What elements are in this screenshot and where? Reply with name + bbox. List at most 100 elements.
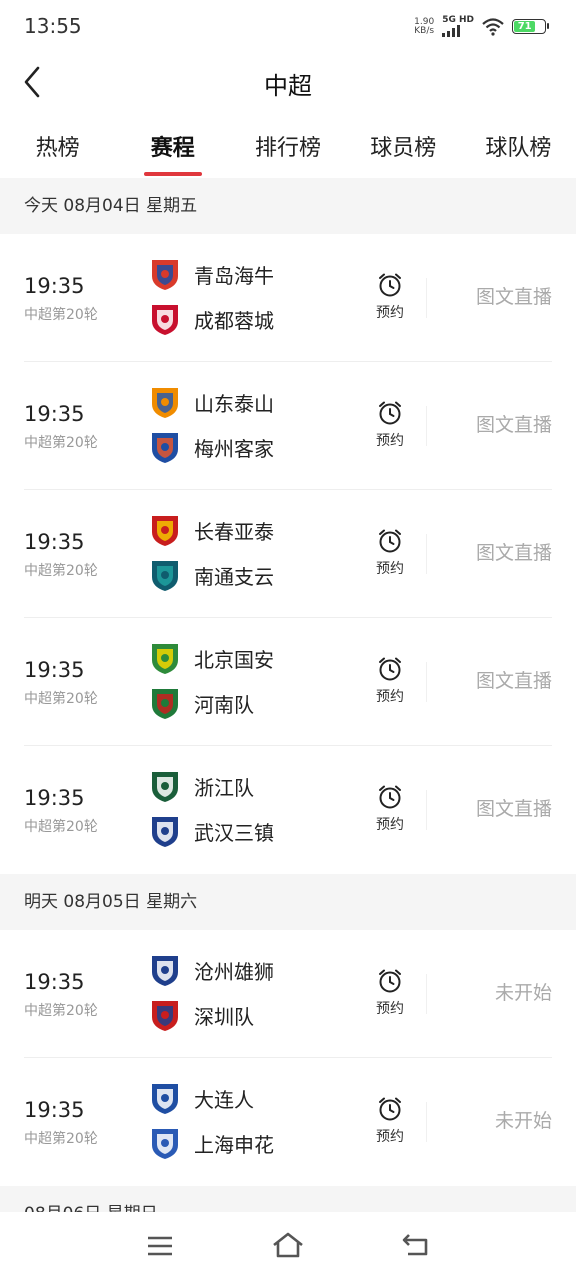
alarm-clock-icon [379,529,401,553]
schedule-list[interactable]: 今天 08月04日 星期五 19:35 中超第20轮 青岛海牛 成都蓉城 预约 图文直播 19… [0,178,576,1212]
match-row[interactable]: 19:35 中超第20轮 沧州雄狮 深圳队 预约 未开始 [24,930,552,1058]
network-speed-unit: KB/s [414,25,435,36]
match-round: 中超第20轮 [24,435,98,451]
away-team-name: 武汉三镇 [194,820,274,845]
away-team-logo [152,433,178,463]
home-team-logo [152,1084,178,1114]
status-indicators: 1.90 KB/s 5G HD 71 [414,16,549,37]
remind-button[interactable]: 预约 [370,784,410,834]
match-round: 中超第20轮 [24,691,98,707]
match-round: 中超第20轮 [24,819,98,835]
home-team[interactable]: 大连人 [148,1079,254,1117]
divider [426,534,427,574]
remind-label: 预约 [376,1001,404,1017]
remind-label: 预约 [376,1129,404,1145]
home-team-logo [152,388,178,418]
away-team-name: 梅州客家 [194,436,274,461]
signal-bars-icon [442,25,474,37]
match-round: 中超第20轮 [24,563,98,579]
remind-button[interactable]: 预约 [370,968,410,1018]
home-team-name: 青岛海牛 [194,263,274,288]
remind-button[interactable]: 预约 [370,400,410,450]
match-round: 中超第20轮 [24,1003,98,1019]
away-team[interactable]: 上海申花 [148,1124,274,1162]
cellular-signal: 5G HD [442,16,474,37]
match-status-button[interactable]: 图文直播 [476,794,552,821]
divider [426,974,427,1014]
match-time: 19:35 [24,1098,85,1122]
away-team[interactable]: 深圳队 [148,996,254,1034]
match-row[interactable]: 19:35 中超第20轮 大连人 上海申花 预约 未开始 [24,1058,552,1186]
remind-button[interactable]: 预约 [370,656,410,706]
match-row[interactable]: 19:35 中超第20轮 长春亚泰南通支云 预约 图文直播 [24,490,552,618]
status-time: 13:55 [24,14,82,38]
match-time: 19:35 [24,786,85,810]
alarm-clock-icon [379,273,401,297]
remind-label: 预约 [376,305,404,321]
home-button[interactable] [271,1230,303,1262]
away-team-name: 南通支云 [194,564,274,589]
remind-button[interactable]: 预约 [370,272,410,322]
match-status-button[interactable]: 未开始 [495,978,552,1005]
home-team-name: 浙江队 [194,775,254,800]
tab-3[interactable]: 球员榜 [346,124,461,176]
home-team[interactable]: 青岛海牛 [148,255,274,293]
match-status-button[interactable]: 图文直播 [476,666,552,693]
home-team-name: 北京国安 [194,647,274,672]
match-status-button[interactable]: 图文直播 [476,410,552,437]
home-team-logo [152,644,178,674]
nav-back-button[interactable] [400,1230,432,1262]
away-team[interactable]: 南通支云 [148,556,274,594]
tab-2[interactable]: 排行榜 [230,124,345,176]
away-team[interactable]: 河南队 [148,684,254,722]
away-team-name: 上海申花 [194,1132,274,1157]
wifi-icon [482,17,504,36]
match-time: 19:35 [24,530,85,554]
away-team[interactable]: 梅州客家 [148,428,274,466]
home-team-logo [152,516,178,546]
remind-label: 预约 [376,561,404,577]
divider [426,278,427,318]
alarm-clock-icon [379,657,401,681]
remind-label: 预约 [376,433,404,449]
tab-bar: 热榜 赛程 排行榜 球员榜 球队榜 [0,124,576,176]
away-team[interactable]: 成都蓉城 [148,300,274,338]
home-team[interactable]: 山东泰山 [148,383,274,421]
home-team-logo [152,260,178,290]
remind-button[interactable]: 预约 [370,1096,410,1146]
home-team-name: 长春亚泰 [194,519,274,544]
away-team-name: 深圳队 [194,1004,254,1029]
tab-1[interactable]: 赛程 [115,124,230,176]
away-team-logo [152,689,178,719]
match-status-button[interactable]: 图文直播 [476,538,552,565]
remind-button[interactable]: 预约 [370,528,410,578]
date-header: 明天 08月05日 星期六 [0,874,576,930]
tab-0[interactable]: 热榜 [0,124,115,176]
home-team[interactable]: 长春亚泰 [148,511,274,549]
match-row[interactable]: 19:35 中超第20轮 浙江队武汉三镇 预约 图文直播 [24,746,552,874]
match-row[interactable]: 19:35 中超第20轮 北京国安 河南队 预约 图文直播 [24,618,552,746]
date-header: 08月06日 星期日 [0,1186,576,1212]
match-time: 19:35 [24,402,85,426]
menu-button[interactable] [144,1230,176,1262]
match-status-button[interactable]: 图文直播 [476,282,552,309]
divider [426,790,427,830]
match-row[interactable]: 19:35 中超第20轮 青岛海牛 成都蓉城 预约 图文直播 [24,234,552,362]
page-title: 中超 [264,72,312,100]
away-team-name: 河南队 [194,692,254,717]
tab-4[interactable]: 球队榜 [461,124,576,176]
home-team[interactable]: 浙江队 [148,767,254,805]
away-team[interactable]: 武汉三镇 [148,812,274,850]
network-type: 5G HD [442,15,474,25]
home-team-name: 沧州雄狮 [194,959,274,984]
away-team-logo [152,561,178,591]
status-bar: 13:55 1.90 KB/s 5G HD 71 [0,0,576,54]
match-status-button[interactable]: 未开始 [495,1106,552,1133]
alarm-clock-icon [379,1097,401,1121]
alarm-clock-icon [379,785,401,809]
away-team-logo [152,817,178,847]
network-speed: 1.90 KB/s [414,17,435,36]
home-team[interactable]: 沧州雄狮 [148,951,274,989]
home-team[interactable]: 北京国安 [148,639,274,677]
match-row[interactable]: 19:35 中超第20轮 山东泰山梅州客家 预约 图文直播 [24,362,552,490]
